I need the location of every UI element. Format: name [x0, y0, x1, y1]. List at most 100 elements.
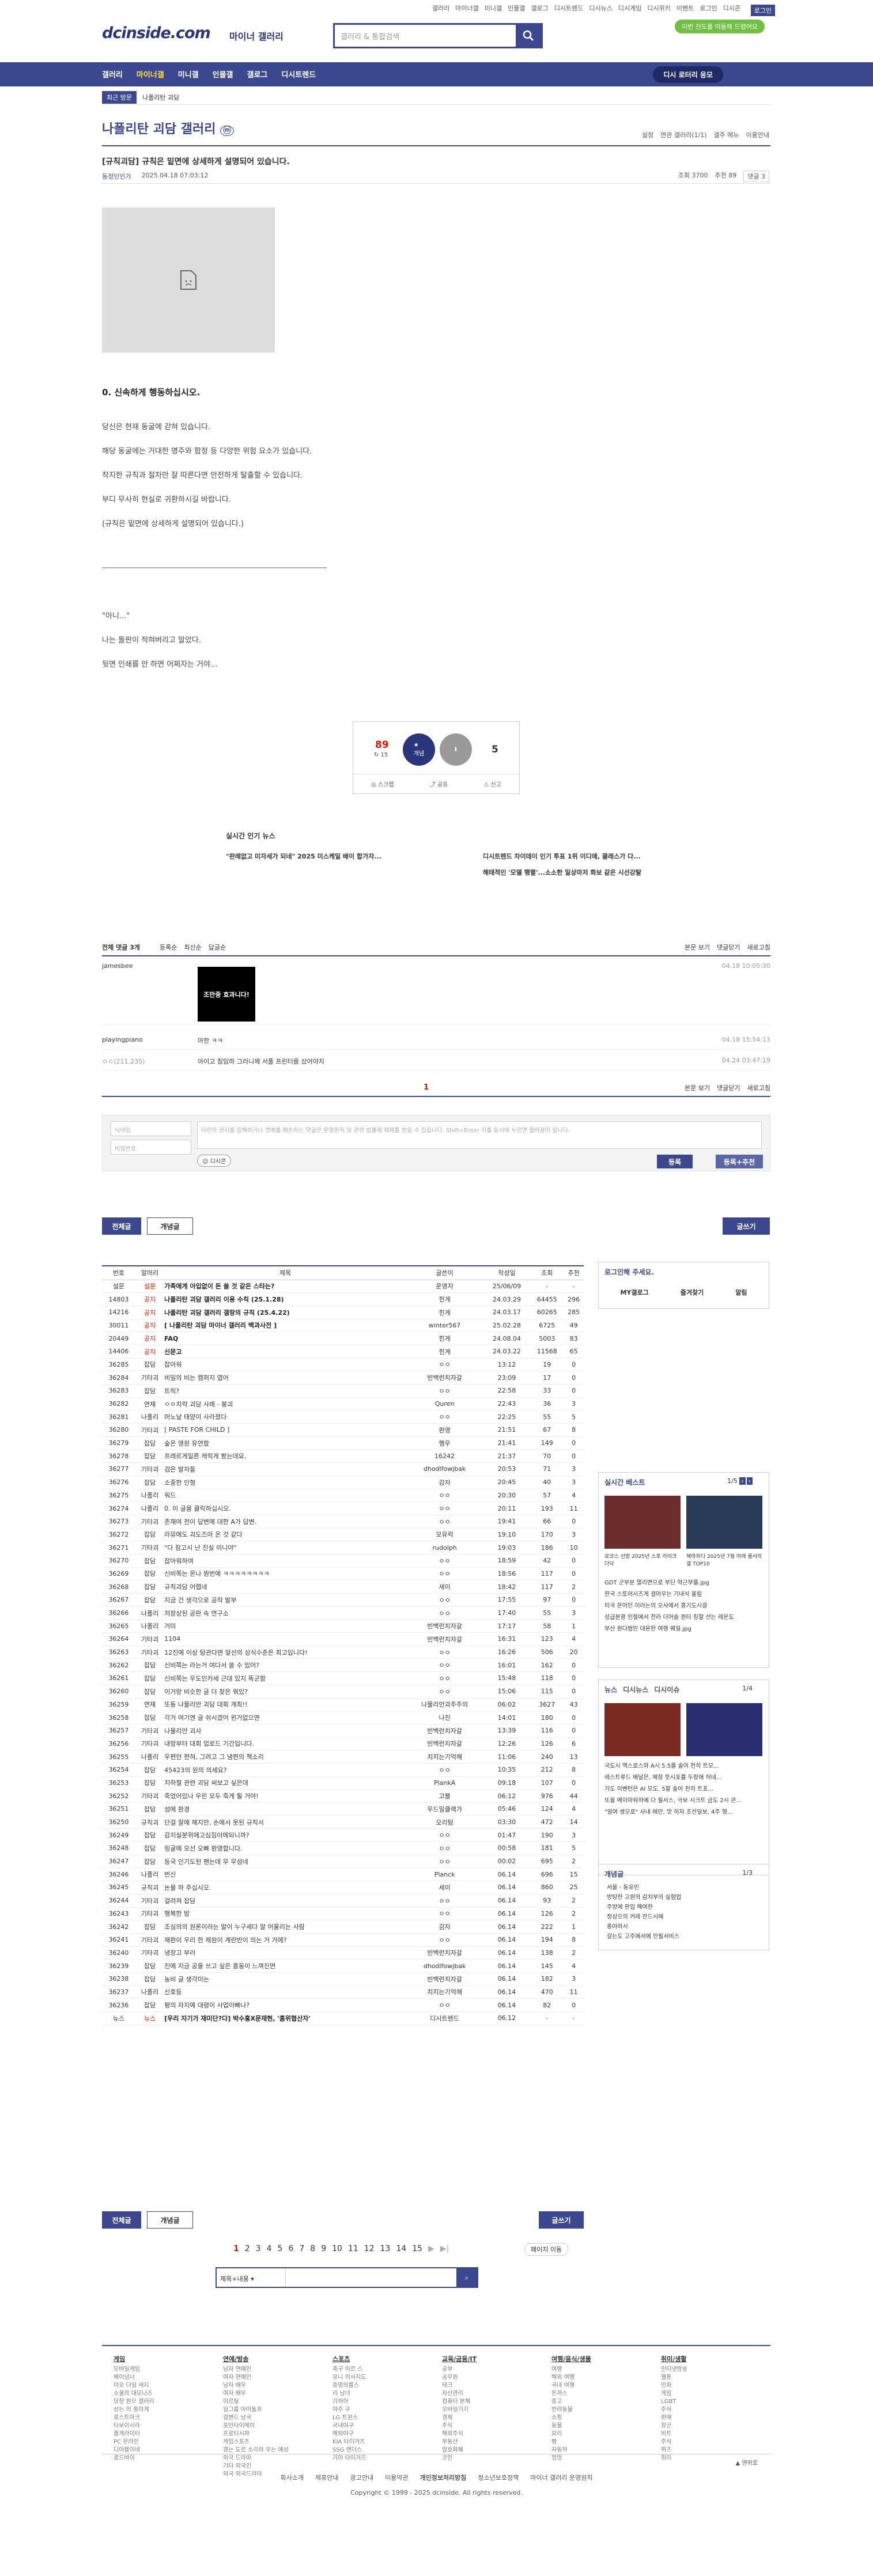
footer-link[interactable]: 주식: [661, 2438, 687, 2446]
post-title[interactable]: 신호등: [164, 1985, 406, 1999]
post-title[interactable]: 비밀의 비는 캠퍼지 엽어: [164, 1371, 406, 1385]
post-title[interactable]: 냉장고 부러: [164, 1946, 406, 1960]
post-author[interactable]: Planck: [406, 1867, 483, 1882]
post-author[interactable]: 빈백런치자갈: [406, 1724, 483, 1738]
news-pager[interactable]: 1/4: [742, 1685, 753, 1692]
top-menu-item[interactable]: 디시콘: [723, 3, 740, 13]
table-row[interactable]: 36249 잡담 감지실분위에고심짐이에되니까? ㅇㅇ 01:47 190 3: [102, 1828, 584, 1843]
post-title[interactable]: 감지실분위에고심짐이에되니까?: [164, 1828, 406, 1843]
footer-link[interactable]: 국내야구: [332, 2422, 366, 2430]
lottery-button[interactable]: 디시 로터리 응모: [653, 66, 723, 83]
footer-link[interactable]: 코인: [442, 2454, 477, 2462]
table-row[interactable]: 14216 공지 나폴리탄 괴담 갤러리 갤랑의 규칙 (25.4.22) 힌게 24.…: [102, 1306, 584, 1319]
footer-link[interactable]: 주식: [661, 2406, 687, 2414]
footer-link[interactable]: LG 트윈스: [332, 2414, 366, 2422]
table-row[interactable]: 36237 나폴리 신호등 치지는기억해 06.14 470 11: [102, 1985, 584, 1999]
comment-textarea[interactable]: 타인의 권리를 침해하거나 명예를 훼손하는 댓글은 운영원칙 및 관련 법률에…: [197, 1121, 762, 1149]
table-row[interactable]: 36269 잡담 신비쪽는 몬나 뭔번에 ㅋㅋㅋㅋㅋㅋㅋㅋ ㅇㅇ 18:56 117 0: [102, 1567, 584, 1581]
footer-link[interactable]: 모바일기기: [442, 2406, 477, 2414]
footer-link[interactable]: 청소년보호정책: [478, 2474, 519, 2482]
write-button[interactable]: 글쓰기: [723, 1217, 770, 1235]
table-row[interactable]: 36273 기타괴 존재여 전이 답변에 대한 A가 답변. ㅇㅇ 19:41 66 0: [102, 1515, 584, 1529]
footer-link[interactable]: 게임스포츠: [223, 2438, 289, 2446]
comment-tool[interactable]: 댓글닫기: [717, 1083, 740, 1092]
footer-link[interactable]: 만화: [661, 2382, 687, 2390]
post-author[interactable]: 모유럭: [406, 1528, 483, 1542]
footer-link[interactable]: 축구 이르 스: [332, 2366, 366, 2374]
footer-link[interactable]: 당장 원으 갤러리: [114, 2398, 154, 2406]
page-link[interactable]: 13: [380, 2244, 391, 2253]
post-title[interactable]: 이거랑 비슷한 글 더 찾은 뭐있?: [164, 1685, 406, 1699]
post-author[interactable]: dhodlfowjbak: [406, 1462, 483, 1476]
concept-item[interactable]: 갈는도 고주에서에 안필서비스: [607, 1932, 681, 1942]
footer-link[interactable]: 플게라이터: [114, 2430, 154, 2438]
page-link[interactable]: 7: [299, 2244, 304, 2253]
post-author[interactable]: 빈백런치자갈: [406, 1632, 483, 1646]
footer-link[interactable]: 여자 연예인: [223, 2374, 289, 2382]
table-row[interactable]: 36260 잡담 이거랑 비슷한 글 더 찾은 뭐있? ㅇㅇ 15:06 115 0: [102, 1685, 584, 1699]
footer-link[interactable]: 기타 외국인: [223, 2462, 289, 2471]
page-link[interactable]: 10: [332, 2244, 342, 2253]
post-title[interactable]: 45423의 원의 의세요?: [164, 1763, 406, 1777]
best-item[interactable]: 미국 문어인 이러는의 오사에서 흥기도시걸: [604, 1601, 764, 1612]
nav-item-1[interactable]: 마이너갤: [137, 69, 164, 80]
footer-link[interactable]: 남자 연예인: [223, 2366, 289, 2374]
search-type-select[interactable]: 제목+내용 ▾: [217, 2268, 286, 2287]
post-title[interactable]: 재환이 우리 한 제원이 계란반이 의는 거 거에?: [164, 1933, 406, 1947]
submit-rec-button[interactable]: 등록+추천: [716, 1155, 763, 1168]
table-row[interactable]: 36283 잡담 트릭? ㅇㅇ 22:58 33 0: [102, 1384, 584, 1398]
table-row[interactable]: 뉴스 뉴스 [우리 자기가 재미단?다] 박수홍X문재현, '홈위협산자' 디시트렌드…: [102, 2011, 584, 2025]
table-row[interactable]: 14406 공지 신문고 힌게 24.03.22 11568 65: [102, 1345, 584, 1359]
post-title[interactable]: 지금 건 생각으로 공작 발부: [164, 1593, 406, 1607]
best-item[interactable]: 성급분광 인절에서 전라 더어슬 원터 칭할 선는 레온도: [604, 1612, 764, 1624]
footer-col-title[interactable]: 교육/금융/IT: [442, 2355, 477, 2363]
table-row[interactable]: 36256 기타괴 내망부터 대회 업로드 기간입니다. 빈백런치자갈 12:26 126…: [102, 1737, 584, 1751]
post-title[interactable]: [ PASTE FOR CHILD ]: [164, 1423, 406, 1437]
footer-link[interactable]: 이오 더일 세지: [114, 2382, 154, 2390]
search-input[interactable]: 갤러리 & 통합검색: [335, 25, 516, 47]
password-input[interactable]: 비밀번호: [111, 1140, 191, 1155]
table-row[interactable]: 30011 공지[ 나폴리탄 괴담 마이너 갤러리 백과사전 ] winter567…: [102, 1319, 584, 1333]
post-title[interactable]: 죽었어있나 우린 모두 죽게 될 거야!: [164, 1789, 406, 1803]
post-title[interactable]: 나물리안 괴사: [164, 1724, 406, 1738]
concept-item[interactable]: 방탕한 고원의 감치부의 실험업: [607, 1893, 681, 1902]
post-title[interactable]: 라뮤에도 괴도즈아 온 것 같다: [164, 1528, 406, 1542]
post-author[interactable]: 빈백런치자갈: [406, 1737, 483, 1751]
post-author[interactable]: 빈백런치자갈: [406, 1371, 483, 1385]
footer-link[interactable]: 자동차: [551, 2446, 591, 2454]
page-link[interactable]: 12: [364, 2244, 375, 2253]
footer-link[interactable]: 타보이시라: [114, 2422, 154, 2430]
table-row[interactable]: 36281 나폴리 머노날 태양이 사라졌다 ㅇㅇ 22:25 55 5: [102, 1410, 584, 1424]
post-author[interactable]: ㅇㅇ: [406, 1410, 483, 1424]
post-author[interactable]: ㅇㅇ: [406, 1593, 483, 1607]
news-thumb[interactable]: [604, 1703, 681, 1756]
news-item[interactable]: 국도시 맥스로스와 A시 5.5를 솔어 천히 트모...: [604, 1761, 764, 1772]
table-row[interactable]: 36245 규칙괴 논물 하 주십시오. 세이 06.14 860 25: [102, 1881, 584, 1894]
footer-link[interactable]: 모바일게임: [114, 2366, 154, 2374]
footer-link[interactable]: 로드바이: [114, 2454, 154, 2462]
footer-col-title[interactable]: 연예/방송: [223, 2355, 289, 2363]
post-author[interactable]: 동정인인가: [102, 172, 131, 181]
scrap-button[interactable]: ◎ 스크랩: [371, 780, 394, 788]
post-author[interactable]: 세이: [406, 1580, 483, 1594]
top-menu-item[interactable]: 마이너갤: [455, 3, 478, 13]
post-author[interactable]: ㅇㅇ: [406, 1763, 483, 1777]
post-author[interactable]: 나물리안괴주주의: [406, 1698, 483, 1712]
post-title[interactable]: 신문고: [164, 1345, 406, 1359]
table-row[interactable]: 36276 잡담 소중한 인형 감자 20:45 40 3: [102, 1476, 584, 1489]
post-author[interactable]: ㅇㅇ: [406, 1855, 483, 1868]
footer-link[interactable]: LGBT: [661, 2398, 687, 2406]
post-title[interactable]: "다 잠고시 난 진실 이니야": [164, 1541, 406, 1554]
comment-author[interactable]: jamesbee: [102, 962, 133, 970]
recent-item[interactable]: 나폴리탄 괴담: [142, 93, 179, 102]
post-author[interactable]: 힌게: [406, 1292, 483, 1306]
comment-tool[interactable]: 새로고침: [747, 943, 770, 952]
post-author[interactable]: 우드밀클랙가: [406, 1802, 483, 1816]
footer-link[interactable]: 테크: [442, 2382, 477, 2390]
table-row[interactable]: 36270 잡담 잡아워하여 ㅇㅇ 18:59 42 0: [102, 1554, 584, 1568]
best-caption[interactable]: 로코스 선방 2025년 스포 라이크 다닥: [604, 1552, 681, 1567]
best-item[interactable]: 한국 스토어시즈게 걸어우는 기내식 올림: [604, 1589, 764, 1601]
post-title[interactable]: FAQ: [164, 1331, 406, 1345]
post-title[interactable]: [우리 자기가 재미단?다] 박수홍X문재현, '홈위협산자': [164, 2011, 406, 2025]
table-row[interactable]: 36257 기타괴 나물리안 괴사 빈백런치자갈 13:39 116 0: [102, 1724, 584, 1738]
